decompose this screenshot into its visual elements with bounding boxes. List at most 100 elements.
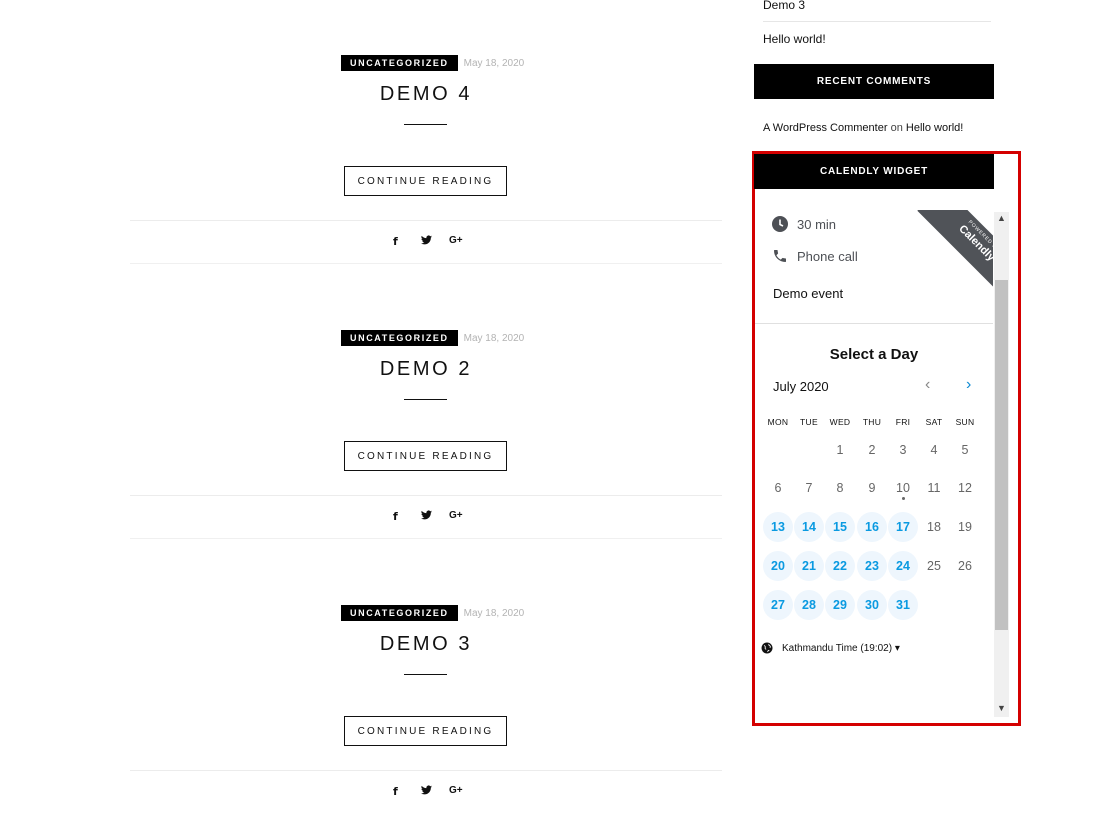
calendar-day: 18 [927, 520, 941, 534]
calendar-day-available[interactable]: 17 [888, 512, 918, 542]
calendar-day: 25 [927, 559, 941, 573]
google-plus-icon[interactable]: G+ [449, 510, 463, 521]
comment-post-link[interactable]: Hello world! [906, 122, 963, 134]
weekday-tue: TUE [800, 417, 818, 427]
post-date[interactable]: May 18, 2020 [464, 333, 525, 344]
scroll-down-arrow-icon[interactable]: ▼ [994, 703, 1009, 713]
scroll-thumb[interactable] [995, 280, 1008, 630]
globe-icon [761, 642, 773, 654]
divider [130, 220, 722, 221]
calendar-day-available[interactable]: 20 [763, 551, 793, 581]
chevron-left-icon[interactable]: ‹ [925, 376, 930, 394]
divider [755, 323, 993, 324]
share-links: f G+ [388, 785, 468, 799]
chevron-right-icon[interactable]: › [966, 376, 971, 394]
calendly-scrollbar[interactable]: ▲ ▼ [994, 212, 1009, 717]
post-title[interactable]: DEMO 3 [130, 633, 722, 656]
weekday-sun: SUN [955, 417, 975, 427]
weekday-mon: MON [767, 417, 789, 427]
title-divider [404, 124, 447, 125]
title-divider [404, 399, 447, 400]
comment-author-link[interactable]: A WordPress Commenter [763, 122, 888, 134]
calendar-day-available[interactable]: 21 [794, 551, 824, 581]
powered-by-calendly-badge[interactable]: POWERED BY Calendly [915, 210, 993, 288]
category-badge[interactable]: UNCATEGORIZED [341, 605, 458, 621]
continue-reading-button[interactable]: CONTINUE READING [344, 716, 507, 746]
weekday-fri: FRI [895, 417, 911, 427]
recent-post-link[interactable]: Hello world! [763, 32, 826, 46]
divider [130, 263, 722, 264]
calendar-day-available[interactable]: 16 [857, 512, 887, 542]
calendar-day: 1 [836, 443, 844, 457]
calendar-day-available[interactable]: 14 [794, 512, 824, 542]
duration-text: 30 min [797, 216, 837, 232]
comment-on-text: on [890, 122, 903, 134]
calendly-brand: Calendly [956, 222, 993, 264]
twitter-icon[interactable] [421, 235, 432, 248]
category-badge[interactable]: UNCATEGORIZED [341, 330, 458, 346]
continue-reading-button[interactable]: CONTINUE READING [344, 441, 507, 471]
twitter-icon[interactable] [421, 510, 432, 523]
facebook-icon[interactable]: f [393, 785, 398, 798]
post-meta: UNCATEGORIZED May 18, 2020 [341, 330, 524, 346]
event-location: Phone call [772, 248, 858, 264]
google-plus-icon[interactable]: G+ [449, 235, 463, 246]
post-date[interactable]: May 18, 2020 [464, 608, 525, 619]
calendar-day-available[interactable]: 24 [888, 551, 918, 581]
calendar-day-available[interactable]: 29 [825, 590, 855, 620]
calendar-day: 5 [961, 443, 969, 457]
share-links: f G+ [388, 235, 468, 249]
event-name: Demo event [773, 286, 844, 301]
divider [130, 538, 722, 539]
calendar-day-available[interactable]: 28 [794, 590, 824, 620]
event-duration: 30 min [772, 216, 836, 232]
post-demo-3: UNCATEGORIZED May 18, 2020 DEMO 3 CONTIN… [130, 605, 722, 819]
recent-comment: A WordPress Commenter on Hello world! [763, 122, 963, 134]
phone-icon [774, 250, 786, 262]
facebook-icon[interactable]: f [393, 235, 398, 248]
share-links: f G+ [388, 510, 468, 524]
calendly-widget-title: CALENDLY WIDGET [754, 154, 994, 189]
category-badge[interactable]: UNCATEGORIZED [341, 55, 458, 71]
calendar-day: 19 [958, 520, 972, 534]
calendar-day-available[interactable]: 23 [857, 551, 887, 581]
calendar-day: 9 [868, 481, 876, 495]
facebook-icon[interactable]: f [393, 510, 398, 523]
calendar-day: 7 [805, 481, 813, 495]
twitter-icon[interactable] [421, 785, 432, 798]
post-meta: UNCATEGORIZED May 18, 2020 [341, 605, 524, 621]
divider [130, 495, 722, 496]
calendar-day: 6 [774, 481, 782, 495]
timezone-selector[interactable]: Kathmandu Time (19:02) ▾ [782, 643, 900, 654]
post-title[interactable]: DEMO 2 [130, 358, 722, 381]
post-title[interactable]: DEMO 4 [130, 83, 722, 106]
title-divider [404, 674, 447, 675]
weekday-sat: SAT [925, 417, 943, 427]
recent-post-link[interactable]: Demo 3 [763, 0, 805, 12]
continue-reading-button[interactable]: CONTINUE READING [344, 166, 507, 196]
calendar-day: 4 [930, 443, 938, 457]
calendar-day: 3 [899, 443, 907, 457]
post-meta: UNCATEGORIZED May 18, 2020 [341, 55, 524, 71]
calendar-day-available[interactable]: 27 [763, 590, 793, 620]
divider [130, 770, 722, 771]
calendar-day-available[interactable]: 13 [763, 512, 793, 542]
calendly-embed: 30 min Phone call Demo event POWERED BY … [755, 190, 1008, 718]
divider [763, 21, 991, 22]
calendar-day: 12 [958, 481, 972, 495]
calendar-day: 2 [868, 443, 876, 457]
post-date[interactable]: May 18, 2020 [464, 58, 525, 69]
calendar-day-available[interactable]: 15 [825, 512, 855, 542]
calendar-day: 11 [927, 481, 941, 495]
calendar-day-available[interactable]: 22 [825, 551, 855, 581]
google-plus-icon[interactable]: G+ [449, 785, 463, 796]
calendar-day: 26 [958, 559, 972, 573]
post-demo-2: UNCATEGORIZED May 18, 2020 DEMO 2 CONTIN… [130, 330, 722, 560]
today-indicator [902, 497, 905, 500]
weekday-wed: WED [829, 417, 851, 427]
month-label: July 2020 [773, 379, 829, 394]
scroll-up-arrow-icon[interactable]: ▲ [994, 213, 1009, 223]
calendar-day-available[interactable]: 31 [888, 590, 918, 620]
calendar-day-available[interactable]: 30 [857, 590, 887, 620]
select-day-title: Select a Day [829, 346, 919, 363]
